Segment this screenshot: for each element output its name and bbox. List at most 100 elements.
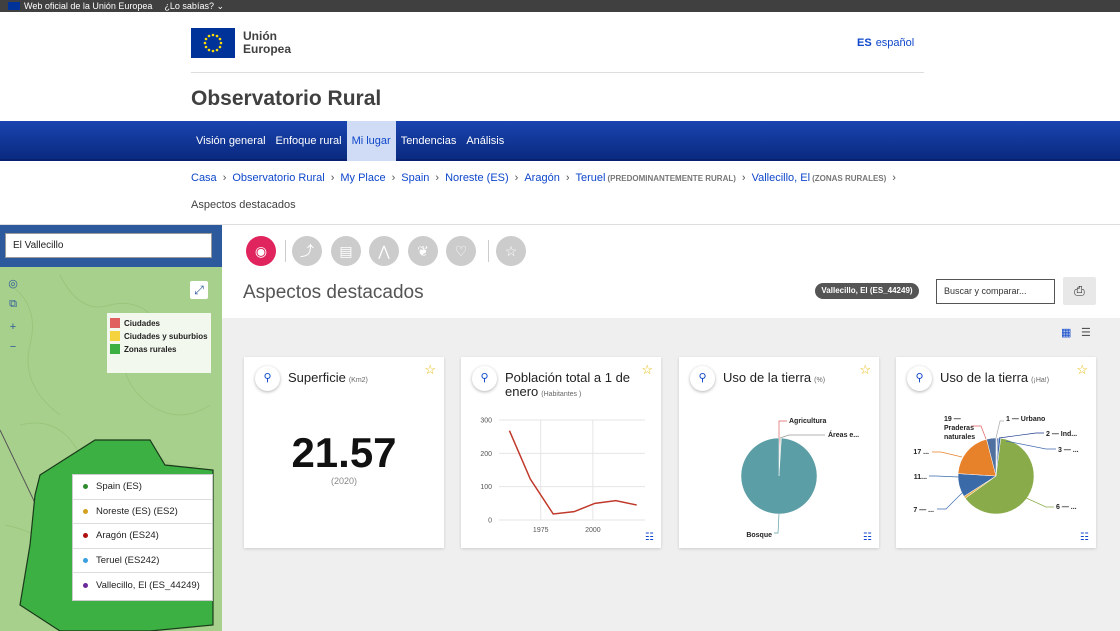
label-connector (995, 420, 1004, 439)
breadcrumb-current: Aspectos destacados (191, 199, 296, 211)
legend-item: Zonas rurales (110, 344, 208, 354)
pie-label: 1 — Urbano (1006, 416, 1045, 423)
region-item-noreste[interactable]: Noreste (ES) (ES2) (73, 500, 212, 524)
eu-logo[interactable]: Unión Europea (191, 28, 291, 58)
y-tick-label: 100 (480, 484, 492, 491)
population-line-chart: 0 100 200 300 1975 2000 (480, 418, 645, 534)
surface-value: 21.57 (291, 429, 397, 476)
label-connector (932, 451, 963, 458)
region-dot (83, 557, 88, 563)
region-dot (83, 582, 88, 588)
map-search-input[interactable]: El Vallecillo (5, 233, 212, 258)
legend-swatch (110, 344, 120, 354)
heart-pulse-icon[interactable]: ♡ (446, 236, 476, 266)
surface-year: (2020) (330, 476, 357, 486)
search-icon[interactable]: ⚲ (255, 366, 280, 391)
pie-label: 17 ... (913, 449, 929, 456)
toolbar-separator (285, 240, 286, 262)
lang-name: español (875, 37, 915, 49)
legend-swatch (110, 331, 120, 341)
breadcrumb-note: (PREDOMINANTEMENTE RURAL) (607, 174, 736, 183)
fullscreen-icon[interactable]: ⤢ (190, 281, 208, 299)
chevron-right-icon: › (391, 172, 396, 184)
zoom-out-icon[interactable]: − (6, 340, 20, 354)
toolbar-separator (488, 240, 489, 262)
card-superficie: ⚲ Superficie (Km2) ☆ 21.57 (2020) (244, 357, 444, 548)
chevron-right-icon: › (435, 172, 440, 184)
breadcrumb-aragon[interactable]: Aragón (524, 172, 559, 184)
print-button[interactable]: ⎙ (1063, 277, 1096, 305)
data-list-icon[interactable]: ☷ (863, 532, 872, 543)
region-dot (83, 508, 88, 514)
breadcrumb-vallecillo[interactable]: Vallecillo, El (ZONAS RURALES) (752, 172, 887, 184)
grid-view-icon[interactable]: ▦ (1061, 326, 1071, 339)
label-connector (998, 432, 1044, 439)
pie-label: 7 — ... (913, 507, 934, 514)
label-connector (1023, 496, 1054, 508)
pie-label: Agricultura (789, 418, 826, 425)
label-connector (778, 420, 787, 438)
region-item-teruel[interactable]: Teruel (ES242) (73, 549, 212, 573)
breadcrumb-noreste[interactable]: Noreste (ES) (445, 172, 509, 184)
region-item-aragon[interactable]: Aragón (ES24) (73, 524, 212, 549)
eu-flag-icon (8, 2, 20, 10)
chevron-right-icon: › (892, 172, 896, 184)
chevron-right-icon: › (565, 172, 570, 184)
language-selector[interactable]: ES español (857, 37, 914, 49)
breadcrumb-spain[interactable]: Spain (401, 172, 429, 184)
region-item-spain[interactable]: Spain (ES) (73, 475, 212, 500)
did-you-know-dropdown[interactable]: ¿Lo sabías? ⌄ (164, 1, 224, 12)
nav-vision-general[interactable]: Visión general (191, 121, 271, 161)
nav-analisis[interactable]: Análisis (461, 121, 509, 161)
header-divider (191, 72, 924, 73)
region-item-vallecillo[interactable]: Vallecillo, El (ES_44249) (73, 573, 212, 598)
chevron-down-icon: ⌄ (216, 0, 225, 11)
nav-tendencias[interactable]: Tendencias (396, 121, 462, 161)
breadcrumb-casa[interactable]: Casa (191, 172, 217, 184)
x-tick-label: 1975 (533, 527, 549, 534)
official-site-link[interactable]: Web oficial de la Unión Europea (8, 1, 152, 11)
zoom-in-icon[interactable]: + (6, 320, 20, 334)
pie-label: 11... (914, 474, 927, 481)
chevron-right-icon: › (222, 172, 227, 184)
label-connector (929, 475, 960, 478)
y-tick-label: 200 (480, 451, 492, 458)
layers-icon[interactable]: ⧉ (6, 297, 20, 311)
site-title: Observatorio Rural (191, 87, 382, 110)
pie-label: Áreas e... (828, 430, 859, 439)
card-uso-tierra-pct: ⚲ Uso de la tierra (%) ☆ Agricultura Áreas… (679, 357, 879, 548)
pie-slice (740, 437, 818, 515)
pie-label: naturales (944, 434, 975, 441)
data-list-icon[interactable]: ☷ (1080, 532, 1089, 543)
card-uso-tierra-ha: ⚲ Uso de la tierra (¡Ha!) ☆ 1 — Urbano 2 —… (896, 357, 1096, 548)
favorite-star-icon[interactable]: ☆ (424, 362, 436, 378)
globe-icon[interactable]: ◎ (6, 277, 20, 291)
id-card-icon[interactable]: ▤ (331, 236, 361, 266)
lang-code: ES (857, 37, 872, 49)
card-title: Superficie (Km2) (288, 370, 368, 385)
growth-chart-icon[interactable]: ⤴ (292, 236, 322, 266)
road-icon[interactable]: ⋀ (369, 236, 399, 266)
breadcrumb-teruel[interactable]: Teruel (PREDOMINANTEMENTE RURAL) (576, 172, 736, 184)
pie-label: Praderas (944, 425, 974, 432)
page-heading: Aspectos destacados (243, 282, 424, 303)
population-line (508, 430, 637, 515)
nav-mi-lugar[interactable]: Mi lugar (346, 121, 396, 161)
breadcrumb-note: (ZONAS RURALES) (812, 174, 887, 183)
fingerprint-icon[interactable]: ◉ (246, 236, 276, 266)
list-view-icon[interactable]: ☰ (1081, 326, 1091, 339)
star-icon[interactable]: ☆ (496, 236, 526, 266)
compare-search-input[interactable]: Buscar y comparar... (936, 279, 1055, 304)
printer-icon: ⎙ (1074, 283, 1085, 298)
breadcrumb-observatorio[interactable]: Observatorio Rural (232, 172, 324, 184)
breadcrumb-my-place[interactable]: My Place (340, 172, 385, 184)
legend-item: Ciudades y suburbios (110, 331, 208, 341)
data-list-icon[interactable]: ☷ (645, 532, 654, 543)
pie-label: 19 — (944, 416, 961, 423)
leaf-icon[interactable]: ❦ (408, 236, 438, 266)
logo-text-line2: Europea (243, 42, 292, 56)
chevron-right-icon: › (330, 172, 335, 184)
region-dot (83, 533, 88, 539)
pie-label: 6 — ... (1056, 504, 1077, 511)
nav-enfoque-rural[interactable]: Enfoque rural (271, 121, 347, 161)
